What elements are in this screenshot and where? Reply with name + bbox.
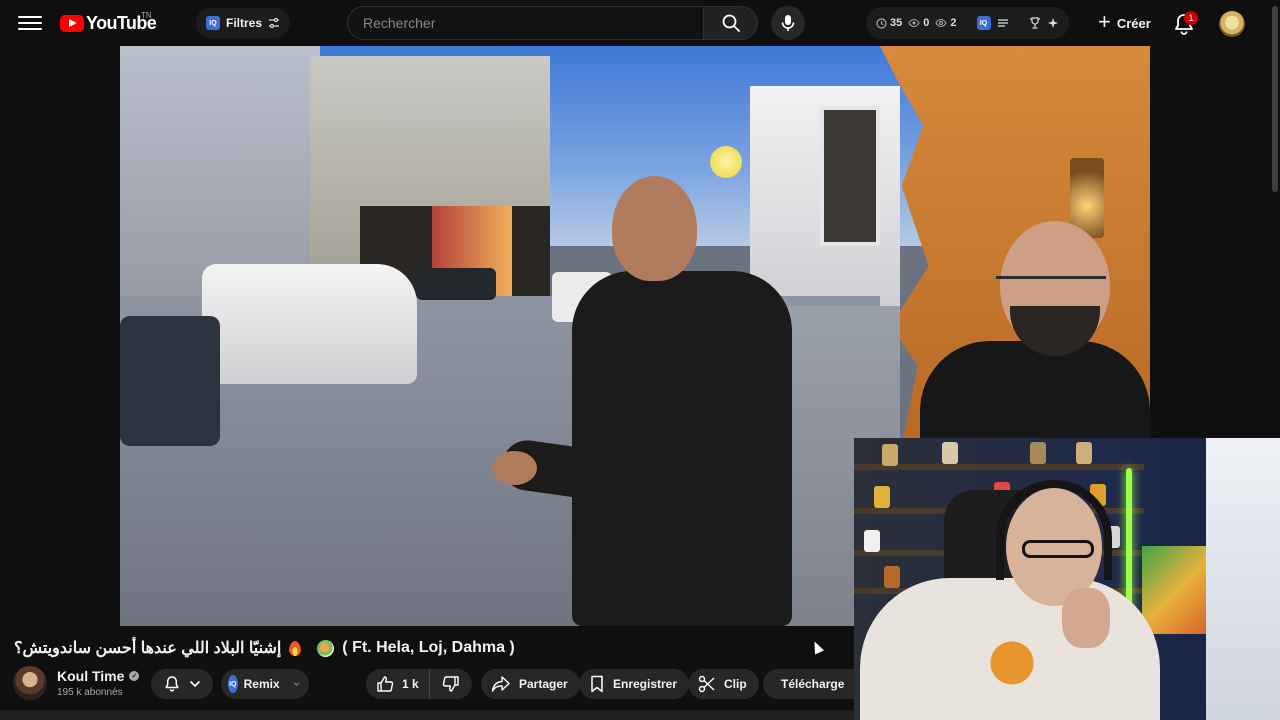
views-count: 0 xyxy=(923,17,930,29)
subscription-bell-button[interactable] xyxy=(151,669,213,699)
create-button[interactable]: + Créer xyxy=(1088,6,1161,40)
thumbs-up-icon xyxy=(377,676,394,692)
history-count: 35 xyxy=(890,17,903,29)
notification-badge: 1 xyxy=(1184,11,1198,25)
clip-button[interactable]: Clip xyxy=(688,669,759,699)
filters-button[interactable]: IQ Filtres xyxy=(196,8,291,38)
chevron-down-icon xyxy=(293,682,299,686)
video-scene xyxy=(492,176,792,626)
video-title: إشنيّا البلاد اللي عندها أحسن ساندويتش؟ … xyxy=(14,636,844,660)
menu-icon[interactable] xyxy=(18,13,42,33)
iq-extension-icon: IQ xyxy=(206,16,220,30)
chevron-down-icon xyxy=(189,680,201,688)
channel-name[interactable]: Koul Time ✓ xyxy=(57,668,140,684)
subscriber-count: 195 k abonnés xyxy=(57,687,123,698)
video-title-featuring: ( Ft. Hela, Loj, Dahma ) xyxy=(342,639,515,656)
iq-stats-icon[interactable]: IQ xyxy=(976,16,991,30)
plus-icon: + xyxy=(1098,9,1111,34)
thumbs-down-icon xyxy=(442,676,459,692)
bookmark-icon xyxy=(591,675,603,693)
save-button[interactable]: Enregistrer xyxy=(579,669,690,699)
account-avatar[interactable] xyxy=(1219,11,1245,37)
trophy-icon[interactable] xyxy=(1029,17,1041,29)
remix-label: Remix xyxy=(243,677,280,691)
views-stat: 0 xyxy=(908,17,929,29)
fire-emoji-icon xyxy=(289,640,302,656)
channel-name-text: Koul Time xyxy=(57,668,125,684)
food-emoji-icon xyxy=(317,639,335,657)
download-label: Télécharge xyxy=(781,677,845,691)
like-count: 1 k xyxy=(402,677,419,691)
top-bar: YouTube TN IQ Filtres 35 0 2 IQ xyxy=(0,0,1280,46)
search-button[interactable] xyxy=(704,6,758,40)
iq-remix-icon: IQ xyxy=(228,675,238,693)
youtube-play-icon xyxy=(60,14,84,32)
sparkle-icon[interactable] xyxy=(1047,17,1059,29)
video-scene xyxy=(202,264,417,384)
dislike-button[interactable] xyxy=(430,669,472,699)
webcam-overlay xyxy=(854,438,1280,720)
video-title-arabic: إشنيّا البلاد اللي عندها أحسن ساندويتش؟ xyxy=(14,640,282,657)
video-scene xyxy=(120,316,220,446)
scissors-icon xyxy=(698,675,715,693)
share-icon xyxy=(491,676,510,692)
video-scene xyxy=(820,106,880,246)
description-box-edge xyxy=(0,710,854,720)
filter-sliders-icon xyxy=(268,17,280,29)
search-icon xyxy=(722,14,740,32)
create-label: Créer xyxy=(1116,15,1151,31)
extension-stats-panel[interactable]: 35 0 2 IQ xyxy=(866,7,1069,39)
search-input[interactable] xyxy=(347,6,704,40)
clock-icon xyxy=(876,17,887,29)
eye-outline-icon xyxy=(935,18,948,28)
like-button[interactable]: 1 k xyxy=(366,669,430,699)
like-dislike-group: 1 k xyxy=(366,669,472,699)
eye-icon xyxy=(908,18,920,28)
channel-avatar[interactable] xyxy=(13,666,47,700)
save-label: Enregistrer xyxy=(613,677,678,691)
bell-icon xyxy=(165,676,179,692)
share-label: Partager xyxy=(519,677,568,691)
microphone-icon xyxy=(781,15,795,31)
list-icon[interactable] xyxy=(997,18,1009,28)
clip-label: Clip xyxy=(724,677,747,691)
search-bar xyxy=(347,6,758,40)
scrollbar-thumb[interactable] xyxy=(1272,6,1278,192)
remix-button[interactable]: IQ Remix xyxy=(221,669,309,699)
share-button[interactable]: Partager xyxy=(481,669,580,699)
verified-badge-icon: ✓ xyxy=(129,671,140,681)
logo-country-code: TN xyxy=(141,11,152,20)
video-scene xyxy=(416,268,496,300)
filters-label: Filtres xyxy=(226,16,263,30)
watched-count: 2 xyxy=(950,17,957,29)
video-scene xyxy=(710,146,742,178)
download-button[interactable]: Télécharge xyxy=(763,669,854,699)
voice-search-button[interactable] xyxy=(771,6,805,40)
watched-stat: 2 xyxy=(935,17,957,29)
history-stat: 35 xyxy=(876,17,902,29)
